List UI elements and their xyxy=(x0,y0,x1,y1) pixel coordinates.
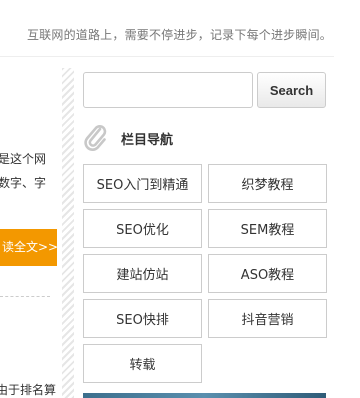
widget-title: 栏目导航 xyxy=(121,132,174,148)
site-tagline: 互联网的道路上，需要不停进步，记录下每个进步瞬间。 xyxy=(26,28,332,42)
post-excerpt-line: 由于排名算 xyxy=(0,383,57,397)
search-input[interactable] xyxy=(83,72,253,108)
main-content-column: 是这个网 数字、字 读全文>> 由于排名算 xyxy=(0,57,62,398)
category-link[interactable]: ASO教程 xyxy=(208,254,327,293)
category-link[interactable]: SEO优化 xyxy=(83,209,202,248)
category-link[interactable]: SEO快排 xyxy=(83,299,202,338)
post-divider xyxy=(0,296,50,297)
category-link[interactable]: SEM教程 xyxy=(208,209,327,248)
category-link[interactable]: 织梦教程 xyxy=(208,164,327,203)
sidebar-separator xyxy=(62,68,74,398)
post-excerpt-line: 是这个网 xyxy=(0,152,47,166)
read-more-button[interactable]: 读全文>> xyxy=(0,229,57,266)
paperclip-icon xyxy=(83,123,109,153)
category-link[interactable]: 建站仿站 xyxy=(83,254,202,293)
search-button[interactable]: Search xyxy=(257,72,326,108)
post-excerpt-line: 数字、字 xyxy=(0,176,47,190)
category-link[interactable]: 转载 xyxy=(83,344,202,383)
category-widget-header: 栏目导航 xyxy=(83,122,173,154)
category-link[interactable]: 抖音营销 xyxy=(208,299,327,338)
category-link[interactable]: SEO入门到精通 xyxy=(83,164,202,203)
sidebar-banner-image[interactable] xyxy=(83,393,326,398)
